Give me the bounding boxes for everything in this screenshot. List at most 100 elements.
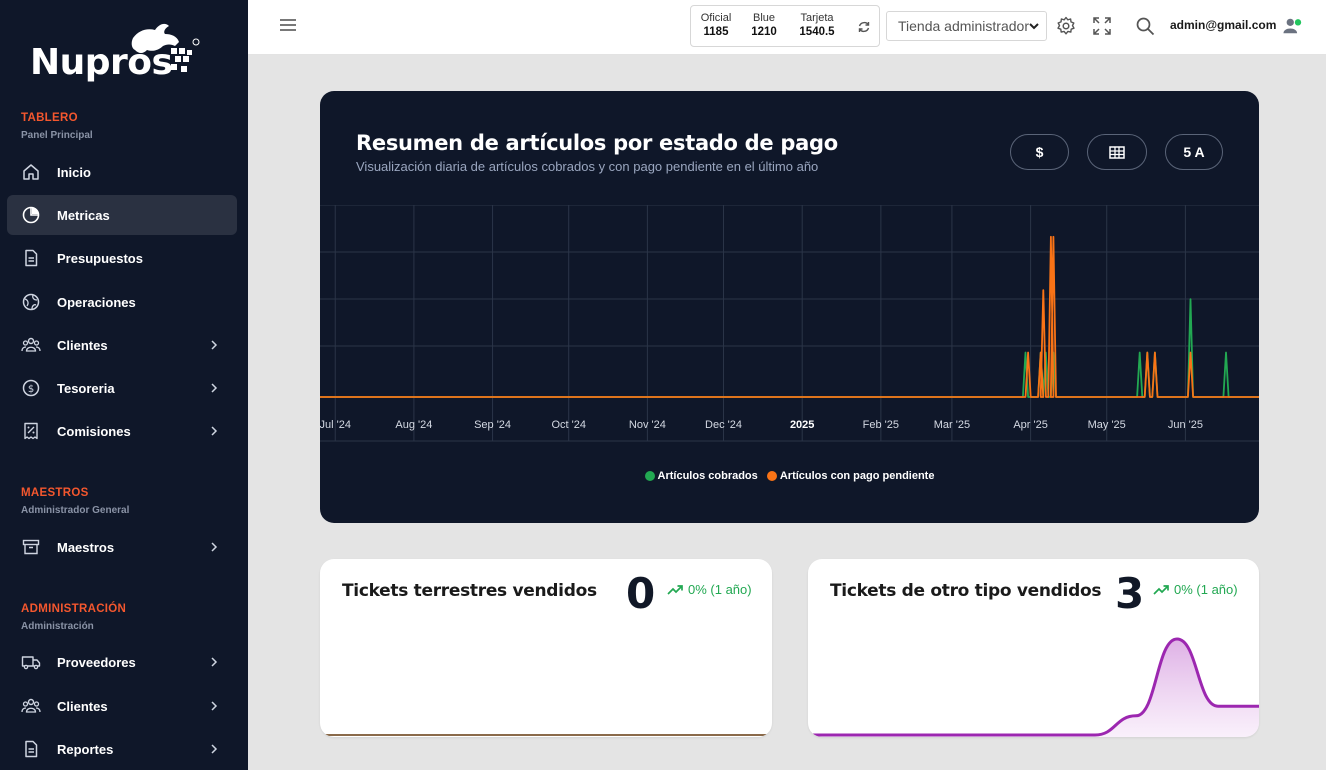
x-tick-label: Apr '25 <box>1013 419 1048 431</box>
rate-blue: Blue 1210 <box>747 12 781 38</box>
sidebar-item-reportes[interactable]: Reportes <box>7 729 237 769</box>
kpi-sparkline <box>808 637 1259 737</box>
legend-item-cobrados[interactable]: Artículos cobrados <box>644 470 758 482</box>
section-title-maestros: MAESTROS <box>21 487 89 499</box>
x-tick-label: Dec '24 <box>705 419 742 431</box>
document-icon <box>25 740 38 758</box>
x-tick-label: Oct '24 <box>551 419 586 431</box>
table-view-button[interactable] <box>1087 134 1147 170</box>
currency-toggle-button[interactable]: $ <box>1010 134 1069 170</box>
legend-item-pendiente[interactable]: Artículos con pago pendiente <box>766 470 935 482</box>
sidebar-item-label: Inicio <box>57 164 91 180</box>
sidebar-item-clientes[interactable]: Clientes <box>7 325 237 365</box>
globe-icon <box>22 293 40 311</box>
dollar-circle-icon: $ <box>22 379 40 397</box>
sidebar-item-clientes-admin[interactable]: Clientes <box>7 686 237 726</box>
truck-icon <box>21 656 41 670</box>
sidebar-item-label: Reportes <box>57 741 114 757</box>
fullscreen-icon[interactable] <box>1092 16 1112 36</box>
rate-oficial: Oficial 1185 <box>698 12 734 38</box>
rate-name: Blue <box>752 12 776 24</box>
section-subtitle-administracion: Administración <box>21 621 94 632</box>
sidebar-item-label: Tesoreria <box>57 380 115 396</box>
rate-value: 1540.5 <box>799 26 835 38</box>
x-tick-label: Nov '24 <box>629 419 666 431</box>
receipt-percent-icon <box>24 422 38 440</box>
x-tick-label: Sep '24 <box>474 419 511 431</box>
users-icon <box>21 698 41 713</box>
svg-text:$: $ <box>28 384 34 395</box>
sidebar-item-maestros[interactable]: Maestros <box>7 527 237 567</box>
section-subtitle-tablero: Panel Principal <box>21 130 93 141</box>
chevron-right-icon <box>211 701 218 711</box>
sidebar: Nupros TABLERO Panel Principal Inicio Me… <box>0 0 248 770</box>
rate-tarjeta: Tarjeta 1540.5 <box>794 12 840 38</box>
sidebar-item-inicio[interactable]: Inicio <box>7 152 237 192</box>
sidebar-item-tesoreria[interactable]: $ Tesoreria <box>7 368 237 408</box>
chevron-right-icon <box>211 383 218 393</box>
user-online-icon[interactable] <box>1283 16 1303 36</box>
sidebar-item-label: Maestros <box>57 539 115 555</box>
section-title-tablero: TABLERO <box>21 112 78 124</box>
sidebar-item-label: Comisiones <box>57 423 131 439</box>
x-tick-label: Mar '25 <box>934 419 970 431</box>
legend-dot <box>644 471 655 481</box>
users-icon <box>21 337 41 352</box>
sidebar-item-label: Presupuestos <box>57 250 143 266</box>
home-icon <box>23 164 39 180</box>
archive-icon <box>22 539 40 555</box>
series-line-pendiente[interactable] <box>320 235 1259 398</box>
sidebar-item-label: Proveedores <box>57 654 136 670</box>
chevron-right-icon <box>211 657 218 667</box>
exchange-rates: Oficial 1185 Blue 1210 Tarjeta 1540.5 <box>690 5 880 47</box>
refresh-icon[interactable] <box>857 20 871 34</box>
x-tick-label: Jun '25 <box>1168 419 1203 431</box>
chart-legend: Artículos cobrados Artículos con pago pe… <box>320 470 1259 484</box>
line-chart: Jul '24 Aug '24 Sep '24 Oct '24 Nov '24 Dec '… <box>320 205 1259 442</box>
user-email[interactable]: admin@gmail.com <box>1170 18 1276 32</box>
rate-value: 1185 <box>703 26 729 38</box>
kpi-card-tickets-terrestres: Tickets terrestres vendidos 0 0% (1 año) <box>320 559 772 737</box>
sidebar-item-label: Clientes <box>57 698 108 714</box>
x-tick-label: 2025 <box>790 419 814 431</box>
sidebar-item-presupuestos[interactable]: Presupuestos <box>7 238 237 278</box>
x-tick-label: Jul '24 <box>320 419 351 431</box>
chart-title: Resumen de artículos por estado de pago <box>356 131 838 155</box>
sidebar-item-proveedores[interactable]: Proveedores <box>7 642 237 682</box>
grid-icon <box>1109 145 1125 159</box>
chart-card: Resumen de artículos por estado de pago … <box>320 91 1259 523</box>
store-select-value: Tienda administrador <box>898 18 1029 34</box>
x-tick-label: May '25 <box>1088 419 1126 431</box>
kpi-sparkline <box>320 734 772 736</box>
x-tick-label: Aug '24 <box>395 419 432 431</box>
bull-logo-icon <box>131 23 200 72</box>
gear-icon[interactable] <box>1056 16 1076 36</box>
series-line-cobrados[interactable] <box>320 298 1259 398</box>
section-subtitle-maestros: Administrador General <box>21 505 130 516</box>
sidebar-item-label: Metricas <box>57 207 110 223</box>
currency-button-label: $ <box>1035 144 1044 160</box>
pie-chart-icon <box>22 206 40 224</box>
rate-name: Oficial <box>700 12 732 24</box>
hamburger-menu-icon[interactable] <box>279 17 297 33</box>
range-5-years-button[interactable]: 5 A <box>1165 134 1223 170</box>
nupros-logo[interactable]: Nupros <box>30 20 210 83</box>
sidebar-item-operaciones[interactable]: Operaciones <box>7 282 237 322</box>
search-icon[interactable] <box>1135 16 1155 36</box>
legend-label: Artículos cobrados <box>657 470 758 482</box>
chart-subtitle: Visualización diaria de artículos cobrad… <box>356 159 819 174</box>
chevron-down-icon <box>1029 23 1039 30</box>
rate-value: 1210 <box>751 26 777 38</box>
sidebar-item-metricas[interactable]: Metricas <box>7 195 237 235</box>
sidebar-item-comisiones[interactable]: Comisiones <box>7 411 237 451</box>
legend-label: Artículos con pago pendiente <box>779 470 935 482</box>
range-button-label: 5 A <box>1183 144 1205 160</box>
sidebar-item-label: Operaciones <box>57 294 136 310</box>
chevron-right-icon <box>211 744 218 754</box>
rate-name: Tarjeta <box>800 12 834 24</box>
chevron-right-icon <box>211 340 218 350</box>
document-icon <box>25 249 38 267</box>
legend-dot <box>766 471 777 481</box>
store-select[interactable]: Tienda administrador <box>886 11 1047 41</box>
x-tick-label: Feb '25 <box>863 419 899 431</box>
